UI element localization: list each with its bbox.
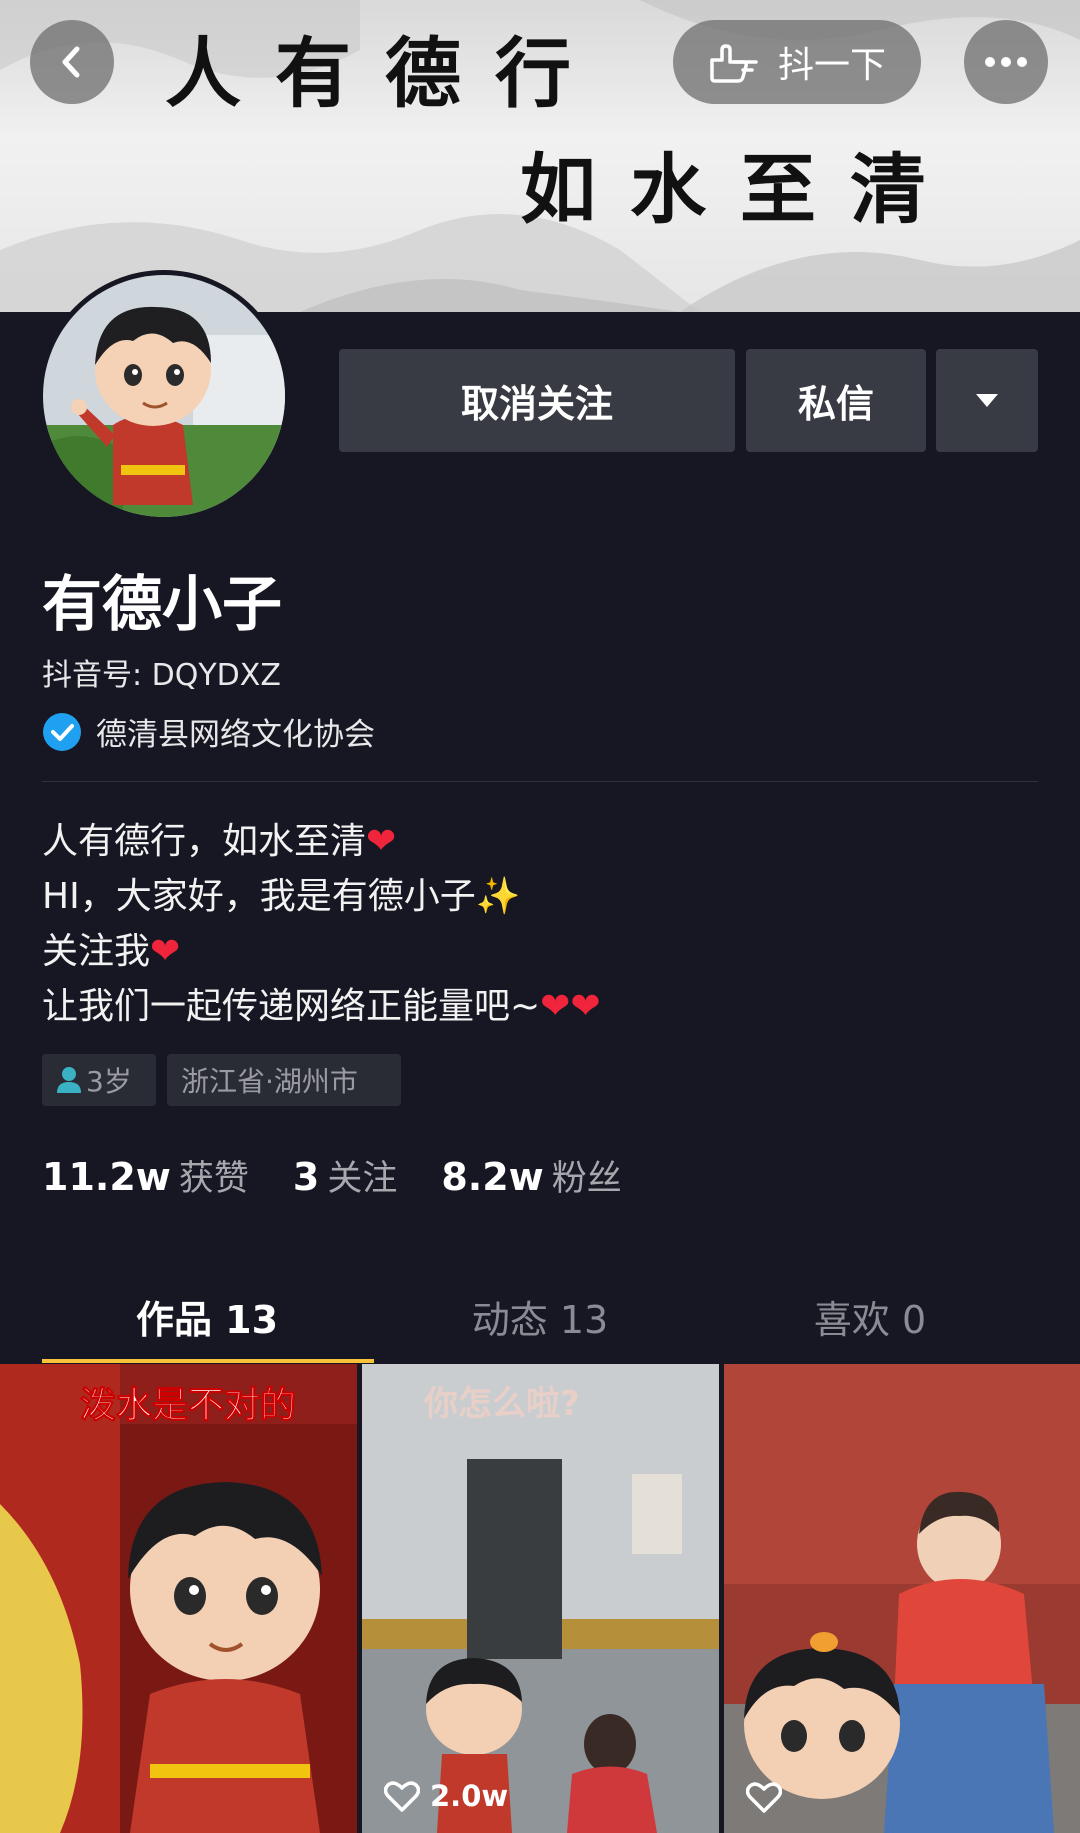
shake-button[interactable]: 抖一下 [673, 20, 921, 104]
followers-label[interactable]: 粉丝 [552, 1150, 622, 1201]
bio-text: 关注我 [42, 931, 151, 972]
profile-banner: 人有德行 如水至清 抖一下 [0, 0, 1080, 312]
bio-line: 人有德行，如水至清❤ [42, 812, 396, 864]
bio-text: HI，大家好，我是有德小子 [42, 876, 476, 917]
tab-works[interactable]: 作品 13 [42, 1289, 372, 1344]
tab-likes[interactable]: 喜欢 0 [705, 1289, 1035, 1344]
banner-calligraphy-line1: 人有德行 [165, 29, 605, 118]
profile-nickname: 有德小子 [42, 570, 282, 640]
private-message-button[interactable]: 私信 [746, 349, 926, 452]
video-caption: 你怎么啦? [424, 1384, 580, 1424]
likes-count[interactable]: 11.2w [42, 1155, 171, 1199]
sparkles-emoji: ✨ [475, 876, 521, 917]
followers-count[interactable]: 8.2w [441, 1155, 543, 1199]
more-dots-icon [985, 57, 1027, 67]
bio-text: 让我们一起传递网络正能量吧~ [42, 986, 541, 1027]
location-tag: 浙江省·湖州市 [167, 1054, 401, 1106]
heart-outline-icon [384, 1781, 420, 1812]
age-text: 3岁 [86, 1065, 132, 1098]
video-cover-image [724, 1364, 1080, 1833]
following-label[interactable]: 关注 [327, 1150, 397, 1201]
douyin-id[interactable]: 抖音号: DQYDXZ [42, 650, 281, 694]
verification-text: 德清县网络文化协会 [96, 717, 375, 753]
more-button[interactable] [964, 20, 1048, 104]
video-caption: 泼水是不对的 [79, 1385, 297, 1427]
following-count[interactable]: 3 [293, 1155, 319, 1199]
video-cover-image [362, 1364, 719, 1833]
video-thumbnail[interactable]: 泼水是不对的 [0, 1364, 357, 1833]
heart-emoji: ❤ [150, 931, 181, 972]
bio-text: 人有德行，如水至清 [42, 821, 367, 862]
heart-emoji: ❤ [366, 821, 397, 862]
banner-calligraphy-line2: 如水至清 [520, 145, 960, 234]
likes-label[interactable]: 获赞 [179, 1150, 249, 1201]
video-like-count [746, 1781, 782, 1813]
active-tab-indicator [42, 1359, 374, 1363]
dropdown-caret-icon [976, 394, 998, 407]
heart-outline-icon [746, 1782, 782, 1813]
video-thumbnail[interactable]: 你怎么啦? 2.0w [362, 1364, 719, 1833]
verification-row: 德清县网络文化协会 [42, 709, 375, 754]
unfollow-button[interactable]: 取消关注 [339, 349, 735, 452]
person-icon [57, 1067, 81, 1093]
bio-line: 关注我❤ [42, 922, 180, 974]
divider [42, 781, 1038, 782]
pointing-hand-icon [710, 44, 758, 83]
profile-stats: 11.2w 获赞 3 关注 8.2w 粉丝 [42, 1150, 666, 1201]
video-like-count: 2.0w [384, 1779, 508, 1813]
avatar[interactable] [38, 270, 290, 522]
video-cover-image [0, 1364, 357, 1833]
bio-line: 让我们一起传递网络正能量吧~❤❤ [42, 977, 601, 1029]
recommend-dropdown-button[interactable] [936, 349, 1038, 452]
heart-emoji: ❤❤ [540, 986, 601, 1027]
bio-line: HI，大家好，我是有德小子✨ [42, 867, 521, 919]
age-tag: 3岁 [42, 1054, 156, 1106]
video-thumbnail[interactable] [724, 1364, 1080, 1833]
avatar-cartoon-image [43, 275, 285, 517]
verified-check-icon [43, 712, 81, 751]
tab-dynamic[interactable]: 动态 13 [375, 1289, 705, 1344]
back-arrow-icon [62, 46, 80, 78]
like-count-text: 2.0w [430, 1779, 509, 1813]
back-button[interactable] [30, 20, 114, 104]
shake-label: 抖一下 [777, 45, 886, 86]
